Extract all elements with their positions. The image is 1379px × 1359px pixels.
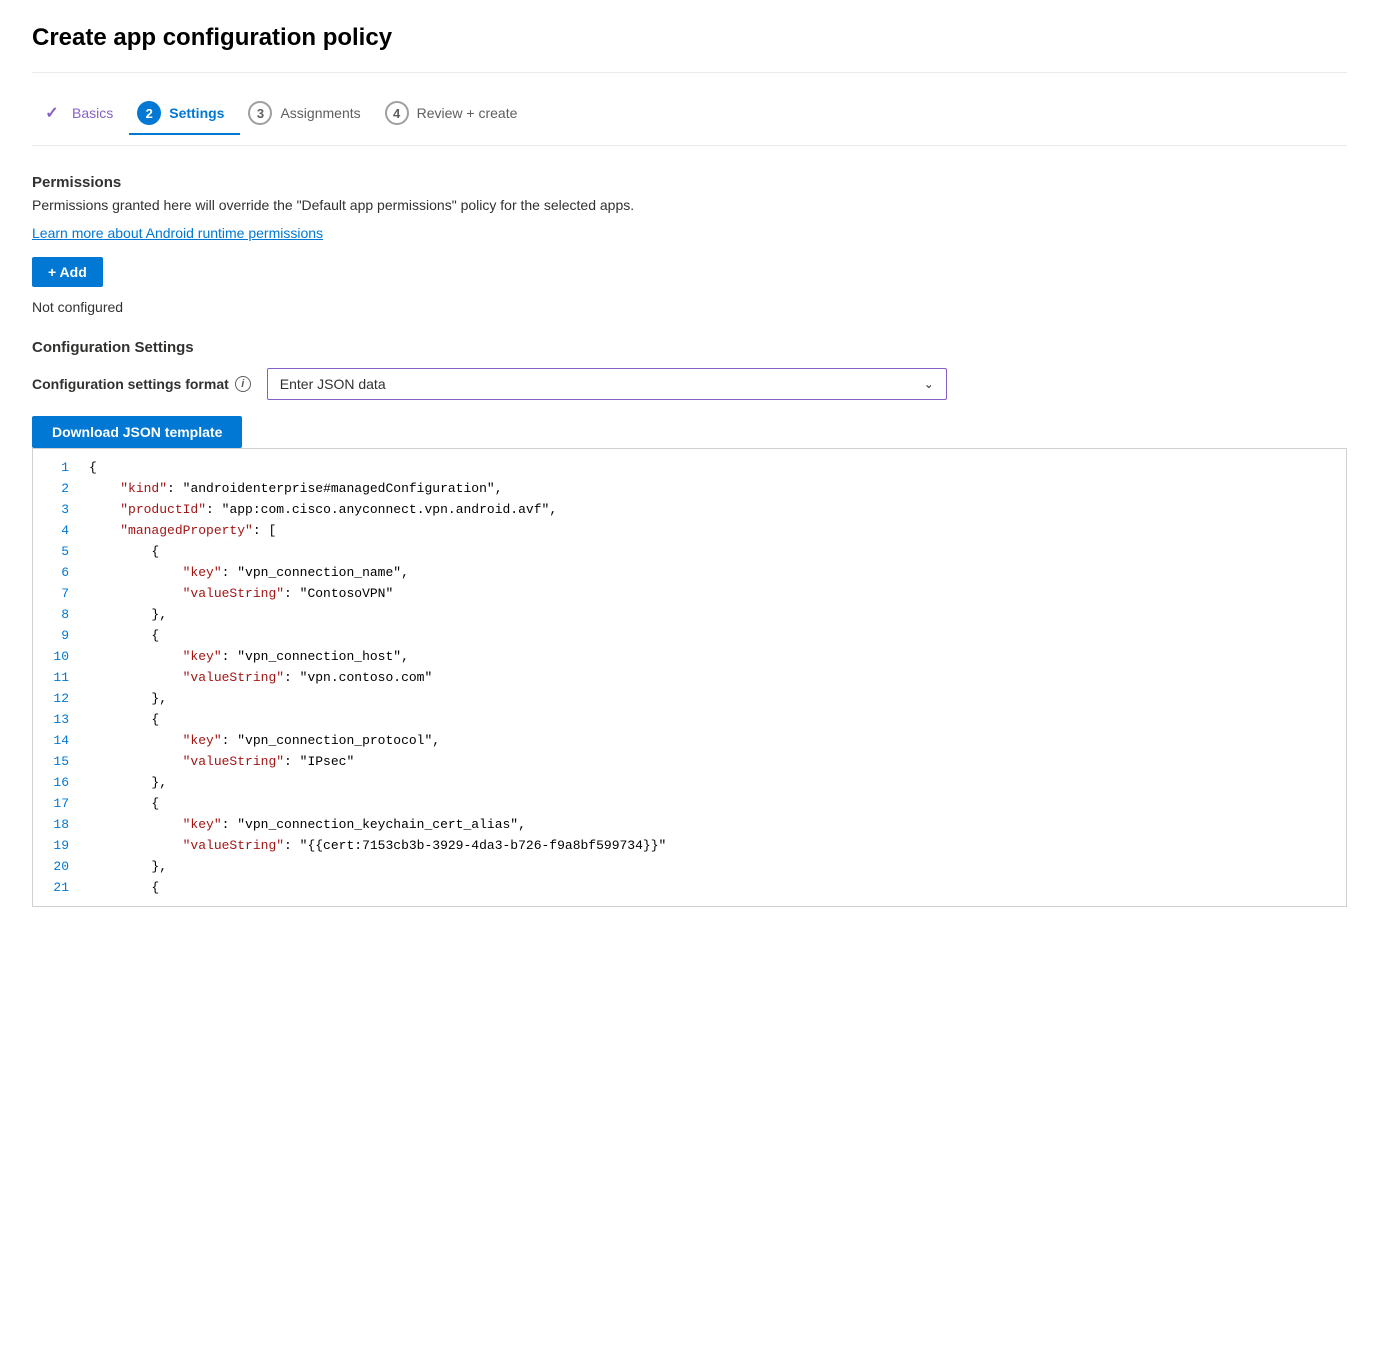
line-number: 18 bbox=[33, 814, 81, 835]
code-line: { bbox=[81, 877, 1346, 898]
code-line: { bbox=[81, 625, 1346, 646]
code-content: { "kind": "androidenterprise#managedConf… bbox=[81, 449, 1346, 906]
code-line: "key": "vpn_connection_protocol", bbox=[81, 730, 1346, 751]
step-basics[interactable]: ✓ Basics bbox=[32, 93, 129, 133]
line-number: 14 bbox=[33, 730, 81, 751]
dropdown-placeholder: Enter JSON data bbox=[280, 376, 386, 392]
line-number: 19 bbox=[33, 835, 81, 856]
line-number: 5 bbox=[33, 541, 81, 562]
code-line: "kind": "androidenterprise#managedConfig… bbox=[81, 478, 1346, 499]
json-code-area: 123456789101112131415161718192021 { "kin… bbox=[33, 449, 1346, 906]
download-btn-row: Download JSON template bbox=[32, 416, 1347, 448]
permissions-section: Permissions Permissions granted here wil… bbox=[32, 174, 1347, 315]
step-assignments-circle: 3 bbox=[248, 101, 272, 125]
code-line: "key": "vpn_connection_keychain_cert_ali… bbox=[81, 814, 1346, 835]
line-numbers: 123456789101112131415161718192021 bbox=[33, 449, 81, 906]
line-number: 9 bbox=[33, 625, 81, 646]
step-assignments[interactable]: 3 Assignments bbox=[240, 93, 376, 133]
steps-bar: ✓ Basics 2 Settings 3 Assignments 4 Revi… bbox=[32, 93, 1347, 146]
code-line: "valueString": "vpn.contoso.com" bbox=[81, 667, 1346, 688]
code-line: "key": "vpn_connection_name", bbox=[81, 562, 1346, 583]
code-line: }, bbox=[81, 856, 1346, 877]
permissions-description: Permissions granted here will override t… bbox=[32, 197, 1347, 213]
code-line: "productId": "app:com.cisco.anyconnect.v… bbox=[81, 499, 1346, 520]
line-number: 7 bbox=[33, 583, 81, 604]
step-review-label: Review + create bbox=[417, 105, 518, 121]
line-number: 8 bbox=[33, 604, 81, 625]
download-json-button[interactable]: Download JSON template bbox=[32, 416, 242, 448]
line-number: 1 bbox=[33, 457, 81, 478]
line-number: 20 bbox=[33, 856, 81, 877]
code-line: "key": "vpn_connection_host", bbox=[81, 646, 1346, 667]
step-basics-circle: ✓ bbox=[40, 101, 64, 125]
step-settings[interactable]: 2 Settings bbox=[129, 93, 240, 135]
code-line: }, bbox=[81, 688, 1346, 709]
line-number: 16 bbox=[33, 772, 81, 793]
add-button[interactable]: + Add bbox=[32, 257, 103, 287]
page-title: Create app configuration policy bbox=[32, 24, 1347, 52]
chevron-down-icon: ⌄ bbox=[924, 377, 934, 391]
code-line: { bbox=[81, 709, 1346, 730]
step-review-create[interactable]: 4 Review + create bbox=[377, 93, 534, 133]
step-basics-label: Basics bbox=[72, 105, 113, 121]
line-number: 10 bbox=[33, 646, 81, 667]
code-line: }, bbox=[81, 604, 1346, 625]
info-icon[interactable]: i bbox=[235, 376, 251, 392]
code-line: { bbox=[81, 793, 1346, 814]
permissions-title: Permissions bbox=[32, 174, 1347, 191]
config-section-title: Configuration Settings bbox=[32, 339, 1347, 356]
code-line: { bbox=[81, 457, 1346, 478]
divider bbox=[32, 72, 1347, 73]
line-number: 12 bbox=[33, 688, 81, 709]
line-number: 17 bbox=[33, 793, 81, 814]
line-number: 11 bbox=[33, 667, 81, 688]
step-settings-label: Settings bbox=[169, 105, 224, 121]
format-dropdown[interactable]: Enter JSON data ⌄ bbox=[267, 368, 947, 400]
code-line: "valueString": "IPsec" bbox=[81, 751, 1346, 772]
step-review-circle: 4 bbox=[385, 101, 409, 125]
format-row: Configuration settings format i Enter JS… bbox=[32, 368, 1347, 400]
permissions-link[interactable]: Learn more about Android runtime permiss… bbox=[32, 225, 323, 241]
line-number: 3 bbox=[33, 499, 81, 520]
line-number: 21 bbox=[33, 877, 81, 898]
code-line: { bbox=[81, 541, 1346, 562]
step-assignments-label: Assignments bbox=[280, 105, 360, 121]
code-line: "managedProperty": [ bbox=[81, 520, 1346, 541]
code-line: "valueString": "ContosoVPN" bbox=[81, 583, 1346, 604]
line-number: 13 bbox=[33, 709, 81, 730]
code-line: "valueString": "{{cert:7153cb3b-3929-4da… bbox=[81, 835, 1346, 856]
line-number: 15 bbox=[33, 751, 81, 772]
line-number: 4 bbox=[33, 520, 81, 541]
format-label: Configuration settings format i bbox=[32, 376, 251, 392]
configuration-section: Configuration Settings Configuration set… bbox=[32, 339, 1347, 448]
line-number: 6 bbox=[33, 562, 81, 583]
line-number: 2 bbox=[33, 478, 81, 499]
json-editor[interactable]: 123456789101112131415161718192021 { "kin… bbox=[32, 448, 1347, 907]
permissions-status: Not configured bbox=[32, 299, 1347, 315]
step-settings-circle: 2 bbox=[137, 101, 161, 125]
code-line: }, bbox=[81, 772, 1346, 793]
